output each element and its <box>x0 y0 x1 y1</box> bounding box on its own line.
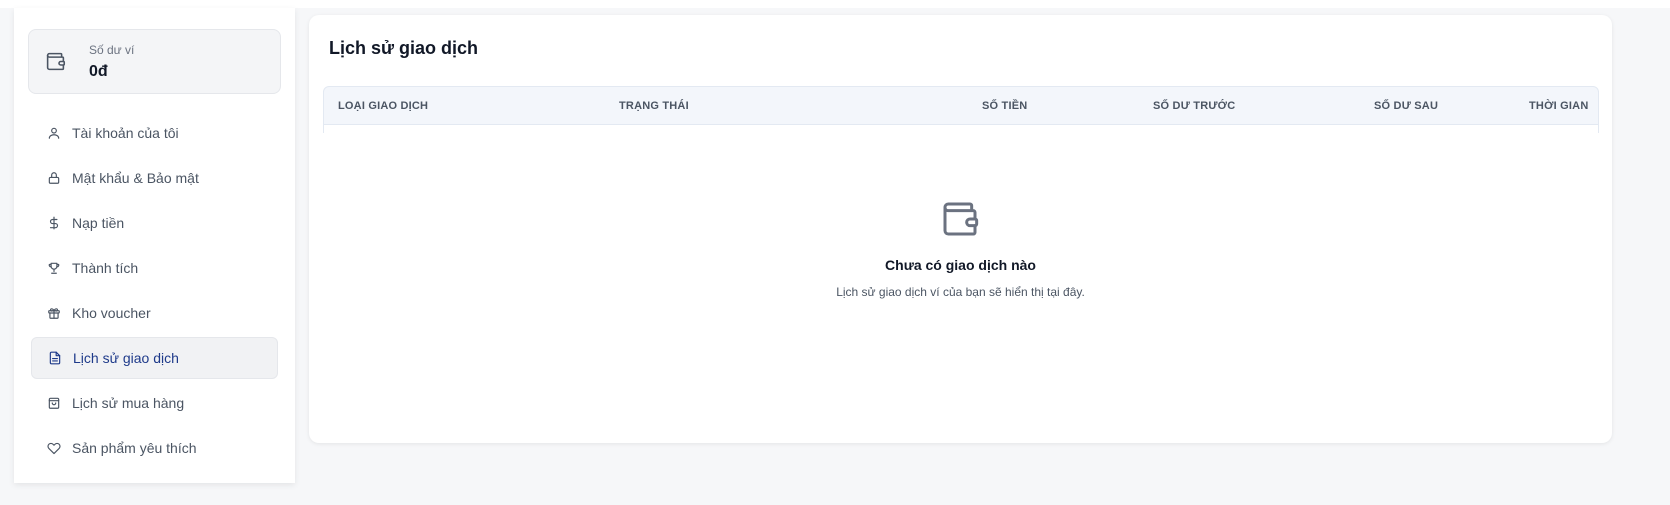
gift-icon <box>47 306 61 320</box>
transaction-history-panel: Lịch sử giao dịch LOẠI GIAO DỊCH TRẠNG T… <box>309 15 1612 443</box>
sidebar-item-label: Tài khoản của tôi <box>72 125 179 141</box>
heart-icon <box>47 441 61 455</box>
sidebar-item-label: Sản phẩm yêu thích <box>72 440 197 456</box>
dollar-icon <box>47 216 61 230</box>
sidebar-item-label: Nạp tiền <box>72 215 125 231</box>
column-header-time: THỜI GIAN <box>1529 100 1589 112</box>
user-icon <box>47 126 61 140</box>
document-icon <box>48 351 62 365</box>
wallet-balance-card: Số dư ví 0đ <box>28 29 281 94</box>
table-header: LOẠI GIAO DỊCH TRẠNG THÁI SỐ TIỀN SỐ DƯ … <box>323 86 1599 125</box>
sidebar-item-label: Lịch sử mua hàng <box>72 395 185 411</box>
wallet-icon <box>943 202 979 236</box>
sidebar-item-transaction-history[interactable]: Lịch sử giao dịch <box>31 337 278 379</box>
trophy-icon <box>47 261 61 275</box>
column-header-amount: SỐ TIỀN <box>982 100 1028 112</box>
sidebar-item-achievements[interactable]: Thành tích <box>31 247 278 289</box>
wallet-icon <box>46 52 66 71</box>
sidebar-item-favorites[interactable]: Sản phẩm yêu thích <box>31 427 278 469</box>
sidebar-item-top-up[interactable]: Nạp tiền <box>31 202 278 244</box>
wallet-balance-label: Số dư ví <box>89 43 135 57</box>
sidebar-item-purchase-history[interactable]: Lịch sử mua hàng <box>31 382 278 424</box>
column-header-balance-after: SỐ DƯ SAU <box>1374 100 1439 112</box>
sidebar-item-my-account[interactable]: Tài khoản của tôi <box>31 112 278 154</box>
sidebar-item-vouchers[interactable]: Kho voucher <box>31 292 278 334</box>
top-strip <box>0 0 1670 8</box>
shopping-bag-icon <box>47 396 61 410</box>
sidebar-item-label: Mật khẩu & Bảo mật <box>72 170 199 186</box>
column-header-status: TRẠNG THÁI <box>619 100 689 112</box>
sidebar-item-label: Kho voucher <box>72 305 151 321</box>
empty-state-subtitle: Lịch sử giao dịch ví của bạn sẽ hiển thị… <box>836 285 1085 299</box>
page-title: Lịch sử giao dịch <box>329 38 479 58</box>
lock-icon <box>47 171 61 185</box>
column-header-balance-before: SỐ DƯ TRƯỚC <box>1153 100 1236 112</box>
table-body <box>323 125 1599 133</box>
sidebar-item-label: Lịch sử giao dịch <box>73 350 179 366</box>
account-sidebar: Số dư ví 0đ Tài khoản của tôi Mật khẩu &… <box>14 8 295 483</box>
column-header-type: LOẠI GIAO DỊCH <box>338 100 429 112</box>
sidebar-menu: Tài khoản của tôi Mật khẩu & Bảo mật Nạp… <box>31 112 278 472</box>
wallet-balance-value: 0đ <box>89 63 108 80</box>
sidebar-item-password-security[interactable]: Mật khẩu & Bảo mật <box>31 157 278 199</box>
empty-state-title: Chưa có giao dịch nào <box>885 257 1036 273</box>
sidebar-item-label: Thành tích <box>72 260 139 276</box>
